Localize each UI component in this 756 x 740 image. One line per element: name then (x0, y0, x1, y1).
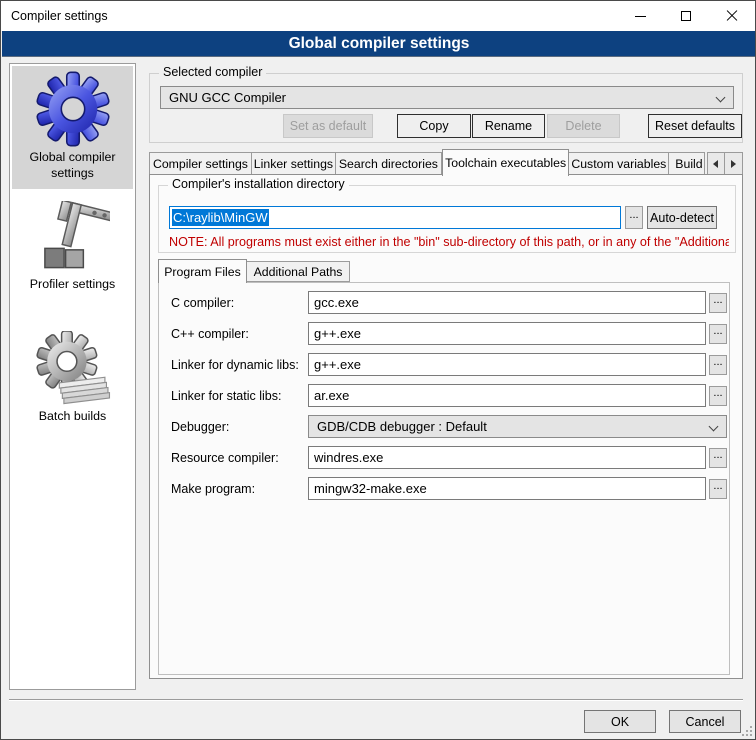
tab-compiler-settings[interactable]: Compiler settings (149, 152, 252, 175)
tab-linker-settings[interactable]: Linker settings (252, 152, 336, 175)
browse-button[interactable]: ... (709, 293, 727, 313)
installation-directory-group: Compiler's installation directory C:\ray… (158, 185, 736, 253)
settings-tabstrip: Compiler settings Linker settings Search… (149, 148, 743, 175)
tab-scroll-left-button[interactable] (707, 152, 725, 175)
maximize-icon (681, 11, 691, 21)
c-compiler-input[interactable]: gcc.exe (308, 291, 706, 314)
resource-compiler-input[interactable]: windres.exe (308, 446, 706, 469)
right-arrow-icon (731, 160, 736, 168)
close-icon (726, 10, 738, 22)
chevron-down-icon (709, 422, 719, 432)
sidebar-item-label: Batch builds (14, 409, 131, 425)
group-legend: Selected compiler (159, 65, 266, 79)
selected-compiler-dropdown[interactable]: GNU GCC Compiler (160, 86, 734, 109)
linker-static-row: Linker for static libs: ar.exe ... (171, 384, 729, 407)
selected-path-text: C:\raylib\MinGW (172, 209, 269, 226)
browse-button[interactable]: ... (709, 479, 727, 499)
maximize-button[interactable] (663, 1, 709, 31)
gear-blue-icon (34, 70, 112, 148)
compiler-settings-dialog: Compiler settings Global compiler settin… (0, 0, 756, 740)
sidebar-item-profiler-settings[interactable]: Profiler settings (12, 197, 133, 301)
gear-stack-icon (35, 331, 111, 407)
sidebar-item-batch-builds[interactable]: Batch builds (12, 327, 133, 433)
sidebar-item-label: Global compiler settings (14, 150, 131, 181)
bin-subdirectory-note: NOTE: All programs must exist either in … (169, 235, 729, 249)
settings-sidebar: Global compiler settings (9, 63, 136, 690)
footer-divider-highlight (9, 700, 743, 701)
resource-compiler-row: Resource compiler: windres.exe ... (171, 446, 729, 469)
sidebar-item-label: Profiler settings (14, 277, 131, 293)
field-label: Debugger: (171, 420, 308, 434)
field-label: C compiler: (171, 296, 308, 310)
reset-defaults-button[interactable]: Reset defaults (648, 114, 742, 138)
title-bar[interactable]: Compiler settings (1, 1, 755, 31)
tab-scroll-right-button[interactable] (725, 152, 743, 175)
browse-directory-button[interactable]: ... (625, 206, 643, 229)
browse-button[interactable]: ... (709, 355, 727, 375)
browse-button[interactable]: ... (709, 324, 727, 344)
close-button[interactable] (709, 1, 755, 31)
field-label: Linker for static libs: (171, 389, 308, 403)
program-files-page: C compiler: gcc.exe ... C++ compiler: g+… (158, 282, 730, 675)
linker-dynamic-input[interactable]: g++.exe (308, 353, 706, 376)
ok-button[interactable]: OK (584, 710, 656, 733)
tab-additional-paths[interactable]: Additional Paths (247, 261, 350, 282)
cpp-compiler-input[interactable]: g++.exe (308, 322, 706, 345)
linker-dynamic-row: Linker for dynamic libs: g++.exe ... (171, 353, 729, 376)
field-label: Resource compiler: (171, 451, 308, 465)
debugger-row: Debugger: GDB/CDB debugger : Default (171, 415, 729, 438)
sidebar-item-global-compiler-settings[interactable]: Global compiler settings (12, 66, 133, 189)
field-label: Make program: (171, 482, 308, 496)
program-files-tabstrip: Program Files Additional Paths (158, 258, 350, 282)
tab-toolchain-executables[interactable]: Toolchain executables (442, 149, 570, 176)
caliper-icon (36, 201, 110, 275)
cancel-button[interactable]: Cancel (669, 710, 741, 733)
field-label: Linker for dynamic libs: (171, 358, 308, 372)
linker-static-input[interactable]: ar.exe (308, 384, 706, 407)
group-legend: Compiler's installation directory (168, 177, 349, 191)
dialog-banner: Global compiler settings (2, 31, 756, 57)
resize-grip[interactable] (740, 724, 752, 736)
selected-compiler-group: Selected compiler GNU GCC Compiler Set a… (149, 73, 743, 143)
tab-search-directories[interactable]: Search directories (336, 152, 442, 175)
tab-build-options[interactable]: Build options (669, 152, 705, 175)
minimize-button[interactable] (617, 1, 663, 31)
left-arrow-icon (713, 160, 718, 168)
auto-detect-button[interactable]: Auto-detect (647, 206, 717, 229)
cpp-compiler-row: C++ compiler: g++.exe ... (171, 322, 729, 345)
debugger-select[interactable]: GDB/CDB debugger : Default (308, 415, 727, 438)
installation-directory-input[interactable]: C:\raylib\MinGW (169, 206, 621, 229)
banner-title: Global compiler settings (289, 35, 470, 53)
tab-scroll-buttons (707, 152, 743, 175)
minimize-icon (635, 16, 646, 17)
field-label: C++ compiler: (171, 327, 308, 341)
chevron-down-icon (716, 93, 726, 103)
window-title: Compiler settings (11, 9, 108, 23)
c-compiler-row: C compiler: gcc.exe ... (171, 291, 729, 314)
make-program-row: Make program: mingw32-make.exe ... (171, 477, 729, 500)
tab-program-files[interactable]: Program Files (158, 259, 247, 283)
set-as-default-button[interactable]: Set as default (283, 114, 373, 138)
make-program-input[interactable]: mingw32-make.exe (308, 477, 706, 500)
tab-custom-variables[interactable]: Custom variables (569, 152, 669, 175)
toolchain-executables-page: Compiler's installation directory C:\ray… (149, 174, 743, 679)
browse-button[interactable]: ... (709, 448, 727, 468)
delete-button[interactable]: Delete (547, 114, 620, 138)
copy-button[interactable]: Copy (397, 114, 471, 138)
rename-button[interactable]: Rename (472, 114, 545, 138)
browse-button[interactable]: ... (709, 386, 727, 406)
